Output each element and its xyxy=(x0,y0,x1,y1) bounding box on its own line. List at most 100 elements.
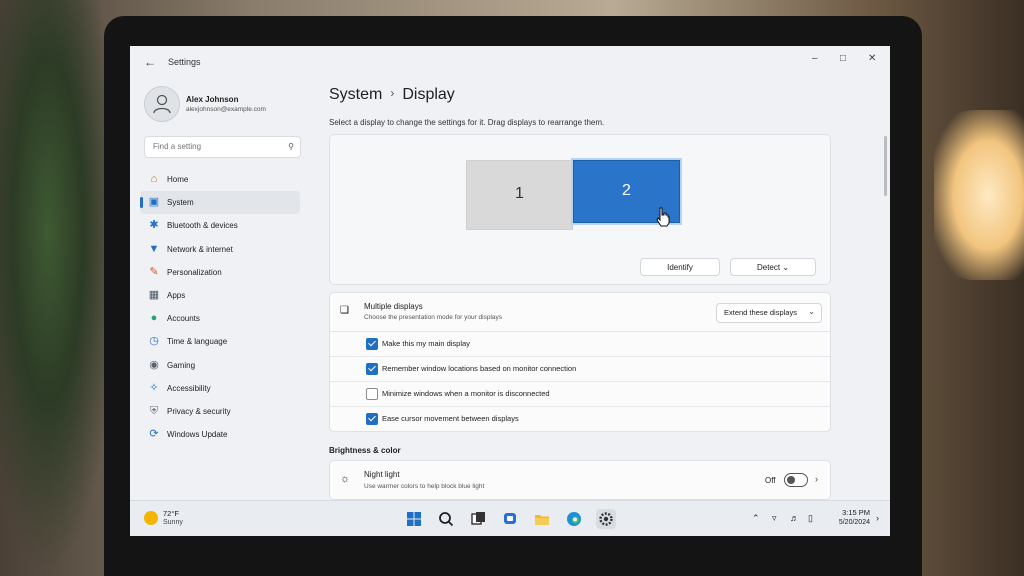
option-main-display[interactable]: Make this my main display xyxy=(330,332,830,357)
settings-window: ← Settings – □ ✕ Alex Johnson alexjohnso… xyxy=(130,46,890,536)
night-light-row[interactable]: ☼ Night light Use warmer colors to help … xyxy=(329,460,831,500)
weather-sun-icon[interactable] xyxy=(144,511,158,525)
avatar-person-icon xyxy=(153,94,171,114)
sidebar-item-windows-update[interactable]: ⟳ Windows Update xyxy=(140,423,300,446)
minimize-icon[interactable]: – xyxy=(812,53,818,64)
remember-windows-checkbox[interactable] xyxy=(366,363,378,375)
display-1-number: 1 xyxy=(515,185,524,202)
ease-cursor-checkbox[interactable] xyxy=(366,413,378,425)
detect-button[interactable]: Detect ⌄ xyxy=(730,258,816,276)
chevron-up-icon[interactable]: ⌃ xyxy=(752,513,760,524)
wifi-icon[interactable]: ▿ xyxy=(772,513,777,524)
option-ease-cursor[interactable]: Ease cursor movement between displays xyxy=(330,407,830,431)
bluetooth-icon: ✱ xyxy=(149,219,159,232)
option-minimize-windows[interactable]: Minimize windows when a monitor is disco… xyxy=(330,382,830,407)
wifi-icon: ▼ xyxy=(148,242,160,255)
edge-browser-icon[interactable] xyxy=(564,509,584,529)
windows-update-icon: ⟳ xyxy=(149,428,159,441)
close-icon[interactable]: ✕ xyxy=(868,53,876,64)
option-label: Remember window locations based on monit… xyxy=(382,364,577,373)
profile-email: alexjohnson@example.com xyxy=(186,106,266,113)
minimize-windows-checkbox[interactable] xyxy=(366,388,378,400)
home-icon: ⌂ xyxy=(150,173,158,185)
file-explorer-icon[interactable] xyxy=(532,509,552,529)
main-display-checkbox[interactable] xyxy=(366,338,378,350)
chevron-right-icon[interactable]: › xyxy=(815,474,818,484)
search-icon[interactable]: ⚲ xyxy=(288,142,294,151)
presentation-mode-select[interactable]: Extend these displays ⌄ xyxy=(716,303,822,323)
sidebar-item-label: Apps xyxy=(167,290,186,300)
battery-icon[interactable]: ▯ xyxy=(808,513,813,524)
weather-desc[interactable]: Sunny xyxy=(163,519,183,526)
start-icon[interactable] xyxy=(404,509,424,529)
multiple-displays-header[interactable]: ❏ Multiple displays Choose the presentat… xyxy=(330,293,830,332)
option-label: Make this my main display xyxy=(382,339,470,348)
back-arrow-icon[interactable]: ← xyxy=(144,55,156,69)
system-icon: ▣ xyxy=(148,196,160,209)
sidebar-item-label: Accessibility xyxy=(167,383,211,393)
weather-temp[interactable]: 72°F xyxy=(163,509,179,518)
gaming-icon: ◉ xyxy=(149,358,159,371)
multiple-displays-card: ❏ Multiple displays Choose the presentat… xyxy=(329,292,831,432)
title-bar: ← Settings – □ ✕ xyxy=(130,46,890,78)
sidebar-item-label: Privacy & security xyxy=(167,406,231,416)
sidebar-item-accounts[interactable]: ● Accounts xyxy=(140,307,300,330)
breadcrumb-parent[interactable]: System xyxy=(329,86,382,103)
display-2-number: 2 xyxy=(622,182,631,199)
settings-gear-icon[interactable] xyxy=(596,509,616,529)
night-light-toggle[interactable] xyxy=(784,473,808,487)
clock-date[interactable]: 5/20/2024 xyxy=(830,519,870,526)
task-view-icon[interactable] xyxy=(468,509,488,529)
sidebar-item-label: Accounts xyxy=(167,314,200,324)
taskbar: 72°F Sunny ⌃ ▿ ♬ ▯ 3:15 PM 5/20/2024 › xyxy=(130,500,890,536)
search-input[interactable] xyxy=(151,141,280,152)
sidebar-item-label: Bluetooth & devices xyxy=(167,221,238,231)
brush-icon: ✎ xyxy=(149,265,159,278)
identify-button[interactable]: Identify xyxy=(640,258,720,276)
search-box[interactable]: ⚲ xyxy=(144,136,301,158)
hand-cursor-icon xyxy=(656,207,670,227)
accounts-icon: ● xyxy=(150,312,158,325)
chevron-down-icon: ⌄ xyxy=(808,307,815,316)
sidebar-item-label: Time & language xyxy=(167,337,228,347)
sidebar-item-label: Network & internet xyxy=(167,244,233,254)
sidebar-item-system[interactable]: ▣ System xyxy=(140,191,300,215)
teams-chat-icon[interactable] xyxy=(500,509,520,529)
multiple-displays-title: Multiple displays xyxy=(364,302,423,311)
sidebar-item-network[interactable]: ▼ Network & internet xyxy=(140,238,300,261)
night-light-state: Off xyxy=(765,476,776,485)
sidebar-item-personalization[interactable]: ✎ Personalization xyxy=(140,261,300,284)
sidebar-item-label: Windows Update xyxy=(167,430,228,440)
breadcrumb: System › Display xyxy=(329,86,455,104)
scrollbar[interactable] xyxy=(884,136,887,196)
sidebar-item-home[interactable]: ⌂ Home xyxy=(140,168,300,191)
apps-icon: ▦ xyxy=(148,288,160,301)
page-title: Display xyxy=(402,86,455,103)
breadcrumb-chevron-icon: › xyxy=(390,86,395,100)
detect-label: Detect xyxy=(756,262,781,272)
presentation-mode-value: Extend these displays xyxy=(724,308,797,317)
volume-icon[interactable]: ♬ xyxy=(790,513,799,523)
sidebar-item-bluetooth[interactable]: ✱ Bluetooth & devices xyxy=(140,214,300,237)
option-label: Ease cursor movement between displays xyxy=(382,414,519,423)
window-title: Settings xyxy=(168,57,201,67)
sidebar-item-gaming[interactable]: ◉ Gaming xyxy=(140,354,300,377)
night-light-title: Night light xyxy=(364,470,400,479)
option-remember-windows[interactable]: Remember window locations based on monit… xyxy=(330,357,830,382)
chevron-right-icon[interactable]: › xyxy=(876,513,879,523)
display-1-tile[interactable]: 1 xyxy=(466,160,573,230)
sidebar-item-apps[interactable]: ▦ Apps xyxy=(140,284,300,307)
sidebar-item-privacy[interactable]: ⛨ Privacy & security xyxy=(140,400,300,423)
brightness-icon: ☼ xyxy=(340,473,351,485)
multiple-displays-subtitle: Choose the presentation mode for your di… xyxy=(364,314,503,321)
maximize-icon[interactable]: □ xyxy=(840,53,846,64)
option-label: Minimize windows when a monitor is disco… xyxy=(382,389,550,398)
avatar[interactable] xyxy=(144,86,180,122)
sidebar-item-label: Gaming xyxy=(167,360,196,370)
display-arrangement-panel: 1 2 Identify Detect ⌄ xyxy=(329,134,831,285)
taskbar-search-icon[interactable] xyxy=(436,509,456,529)
clock-time[interactable]: 3:15 PM xyxy=(830,508,870,517)
sidebar-item-accessibility[interactable]: ✧ Accessibility xyxy=(140,377,300,400)
sidebar-item-time-language[interactable]: ◷ Time & language xyxy=(140,330,300,353)
accessibility-icon: ✧ xyxy=(149,381,159,394)
